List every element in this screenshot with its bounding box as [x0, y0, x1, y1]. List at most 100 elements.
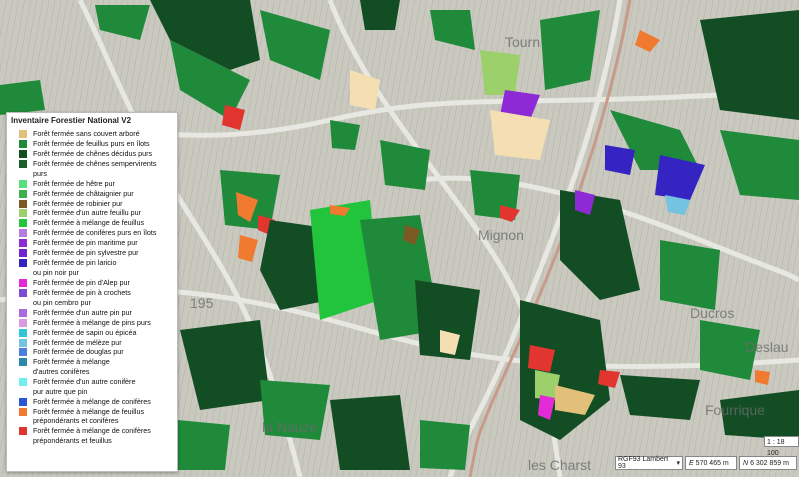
legend-swatch: [19, 407, 27, 416]
legend-label: Forêt fermée de chênes décidus purs: [33, 148, 153, 158]
legend-item: Forêt fermée de conifères purs en îlots: [11, 228, 177, 238]
scale-indicator: 1 : 18 100: [764, 436, 799, 457]
easting-label: E: [689, 459, 694, 467]
legend-item: Forêt fermée à mélange de conifères prép…: [11, 426, 177, 445]
forest-patch: [330, 395, 410, 470]
legend-item: Forêt fermée de pin sylvestre pur: [11, 248, 177, 258]
legend-item: Forêt fermée à mélange de conifères: [11, 397, 177, 407]
legend-swatch: [19, 199, 27, 208]
forest-patch: [178, 420, 230, 470]
legend-label: Forêt fermée à mélange d'autres conifère…: [33, 357, 110, 377]
legend-label: Forêt fermée d'un autre feuillu pur: [33, 208, 142, 218]
easting-field: E 570 465 m: [685, 456, 737, 470]
legend-item: Forêt fermée à mélange d'autres conifère…: [11, 357, 177, 376]
legend-label: Forêt fermée de pin laricio ou pin noir …: [33, 258, 117, 277]
chevron-down-icon: ▾: [676, 460, 680, 467]
legend-item: Forêt fermée de hêtre pur: [11, 179, 177, 189]
legend-swatch: [19, 338, 27, 347]
legend-item: Forêt fermée à mélange de feuillus prépo…: [11, 407, 177, 426]
place-label: Mignon: [478, 227, 524, 243]
place-label: Ducros: [690, 305, 734, 321]
legend-item: Forêt fermée de douglas pur: [11, 347, 177, 357]
legend-swatch: [19, 288, 27, 297]
legend-label: Forêt fermée de feuillus purs en îlots: [33, 138, 150, 148]
legend-item: Forêt fermée de pin d'Alep pur: [11, 278, 177, 288]
legend-swatch: [19, 139, 27, 148]
forest-patch: [605, 145, 635, 175]
forest-patch: [360, 0, 400, 30]
northing-value: 6 302 859 m: [750, 459, 789, 467]
projection-select[interactable]: RGF93 Lambert 93 ▾: [615, 456, 683, 470]
legend-item: Forêt fermée de pin maritime pur: [11, 238, 177, 248]
legend-swatch: [19, 378, 27, 387]
legend-label: Forêt fermée d'un autre conifère pur aut…: [33, 377, 136, 396]
legend-item: Forêt fermée de sapin ou épicéa: [11, 328, 177, 338]
forest-patch: [660, 240, 720, 310]
legend-swatch: [19, 209, 27, 218]
forest-patch: [420, 420, 470, 470]
legend-swatch: [19, 219, 27, 228]
legend-swatch: [19, 189, 27, 198]
forest-patch: [620, 375, 700, 420]
forest-patch: [480, 50, 520, 95]
legend-label: Forêt fermée de douglas pur: [33, 347, 124, 357]
legend-item: Forêt fermée d'un autre pin pur: [11, 308, 177, 318]
easting-value: 570 465 m: [695, 459, 729, 467]
legend-swatch: [19, 179, 27, 188]
legend-swatch: [19, 308, 27, 317]
legend-label: Forêt fermée de pin d'Alep pur: [33, 277, 130, 287]
legend-label: Forêt fermée à mélange de pins purs: [33, 317, 151, 327]
legend-label: Forêt fermée de châtaignier pur: [33, 188, 134, 198]
place-label: Fourrique: [705, 402, 765, 418]
legend-label: Forêt fermée de pin maritime pur: [33, 238, 138, 248]
legend-swatch: [19, 149, 27, 158]
legend-label: Forêt fermée à mélange de conifères prép…: [33, 426, 151, 445]
legend-swatch: [19, 348, 27, 357]
northing-label: N: [743, 459, 749, 467]
legend-label: Forêt fermée de hêtre pur: [33, 178, 115, 188]
coordinate-bar: RGF93 Lambert 93 ▾ E 570 465 m N 6 302 8…: [615, 456, 799, 470]
legend-label: Forêt fermée de sapin ou épicéa: [33, 327, 137, 337]
legend-item: Forêt fermée de chênes sempervirents pur…: [11, 159, 177, 178]
northing-field: N 6 302 859 m: [739, 456, 797, 470]
legend-item: Forêt fermée de feuillus purs en îlots: [11, 139, 177, 149]
legend-label: Forêt fermée de mélèze pur: [33, 337, 122, 347]
legend-label: Forêt fermée sans couvert arboré: [33, 129, 140, 138]
legend-label: Forêt fermée à mélange de feuillus: [33, 218, 145, 228]
place-label: les Charst: [528, 457, 591, 473]
legend-item: Forêt fermée de mélèze pur: [11, 338, 177, 348]
place-label: la Nauze: [262, 419, 317, 435]
place-label: Deslau: [745, 339, 789, 355]
legend-swatch: [19, 397, 27, 406]
projection-value: RGF93 Lambert 93: [618, 456, 669, 470]
legend-item: Forêt fermée de pin laricio ou pin noir …: [11, 258, 177, 277]
legend-item: Forêt fermée à mélange de pins purs: [11, 318, 177, 328]
legend-swatch: [19, 358, 27, 367]
legend-label: Forêt fermée de conifères purs en îlots: [33, 228, 157, 238]
legend-label: Forêt fermée de chênes sempervirents pur…: [33, 158, 157, 178]
legend-item: Forêt fermée d'un autre conifère pur aut…: [11, 377, 177, 396]
legend-swatch: [19, 159, 27, 168]
place-label: 195: [190, 295, 214, 311]
legend-swatch: [19, 427, 27, 436]
legend-swatch: [19, 259, 27, 268]
legend-swatch: [19, 249, 27, 258]
legend-swatch: [19, 318, 27, 327]
legend-label: Forêt fermée de robinier pur: [33, 198, 123, 208]
legend-item: Forêt fermée sans couvert arboré: [11, 129, 177, 139]
legend-label: Forêt fermée à mélange de feuillus prépo…: [33, 406, 145, 426]
legend-item: Forêt fermée de robinier pur: [11, 199, 177, 209]
legend-swatch: [19, 229, 27, 238]
forest-patch: [0, 80, 45, 115]
forest-patch: [330, 120, 360, 150]
legend-item: Forêt fermée de pin à crochets ou pin ce…: [11, 288, 177, 307]
legend-item: Forêt fermée de châtaignier pur: [11, 189, 177, 199]
legend-label: Forêt fermée de pin à crochets ou pin ce…: [33, 287, 131, 307]
legend-swatch: [19, 130, 27, 138]
legend-item: Forêt fermée de chênes décidus purs: [11, 149, 177, 159]
legend-swatch: [19, 239, 27, 248]
legend-label: Forêt fermée à mélange de conifères: [33, 396, 151, 406]
legend-item: Forêt fermée d'un autre feuillu pur: [11, 208, 177, 218]
legend-item: Forêt fermée à mélange de feuillus: [11, 218, 177, 228]
legend-label: Forêt fermée de pin sylvestre pur: [33, 248, 139, 258]
